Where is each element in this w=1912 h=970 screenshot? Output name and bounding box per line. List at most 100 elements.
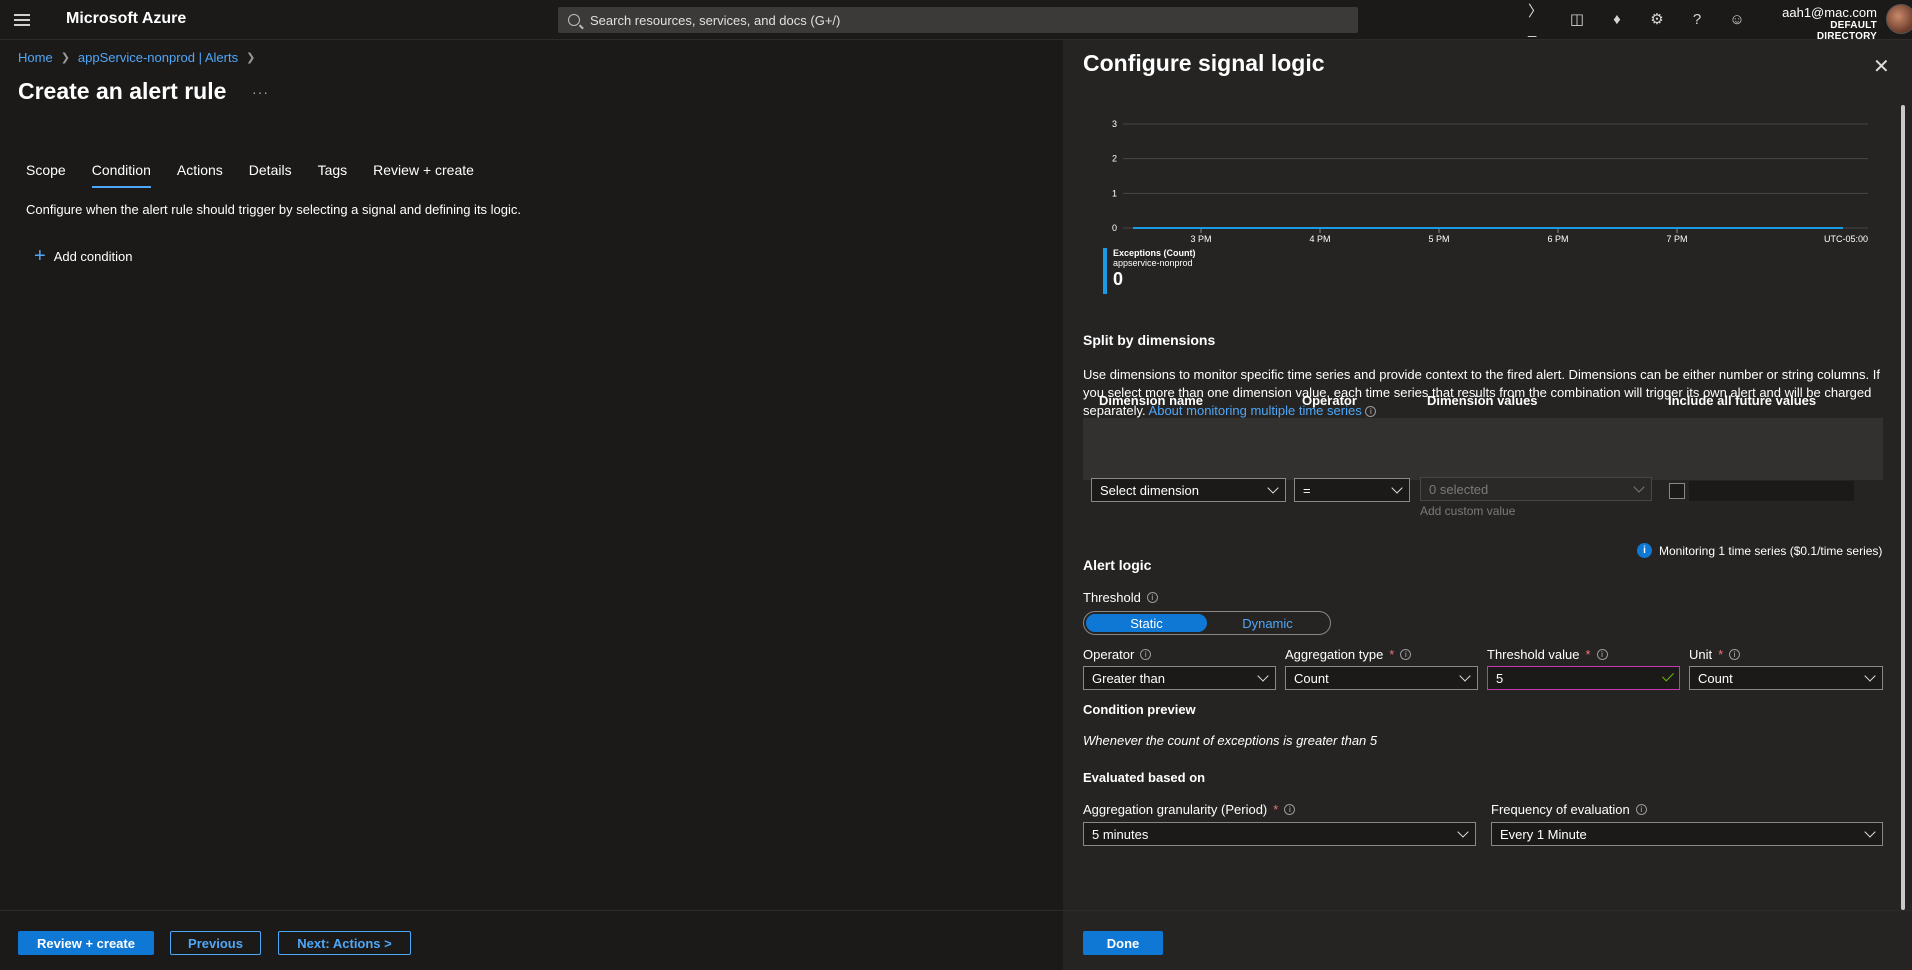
done-button[interactable]: Done xyxy=(1083,931,1163,955)
chart-legend[interactable]: Exceptions (Count) appservice-nonprod 0 xyxy=(1103,248,1196,294)
breadcrumb-alerts[interactable]: appService-nonprod | Alerts xyxy=(78,50,238,65)
granularity-select[interactable]: 5 minutes xyxy=(1083,822,1476,846)
avatar[interactable] xyxy=(1886,4,1912,34)
threshold-toggle[interactable]: Static Dynamic xyxy=(1083,611,1331,635)
metric-chart: 0 1 2 3 3 PM 4 PM 5 PM 6 PM 7 PM UTC-05:00 xyxy=(1083,108,1883,248)
notifications-icon[interactable]: ♦ xyxy=(1608,10,1626,28)
threshold-value-label: Threshold value * i xyxy=(1487,647,1608,662)
unit-label: Unit * i xyxy=(1689,647,1741,662)
chevron-down-icon xyxy=(1633,481,1645,493)
dimension-name-value: Select dimension xyxy=(1100,482,1199,498)
tab-scope[interactable]: Scope xyxy=(26,162,66,188)
chevron-right-icon: ❯ xyxy=(60,52,70,64)
condition-preview-heading: Condition preview xyxy=(1083,702,1196,717)
threshold-static-option[interactable]: Static xyxy=(1086,614,1207,632)
previous-button[interactable]: Previous xyxy=(170,931,261,955)
aggregation-value: Count xyxy=(1294,670,1329,686)
next-actions-button[interactable]: Next: Actions > xyxy=(278,931,411,955)
x-tick-label: 7 PM xyxy=(1666,234,1687,244)
threshold-value-text: 5 xyxy=(1496,670,1504,686)
chevron-down-icon xyxy=(1267,482,1279,494)
tab-bar: Scope Condition Actions Details Tags Rev… xyxy=(26,162,500,188)
threshold-label-text: Threshold xyxy=(1083,590,1141,605)
granularity-label-text: Aggregation granularity (Period) xyxy=(1083,802,1268,817)
condition-preview-text: Whenever the count of exceptions is grea… xyxy=(1083,733,1378,748)
search-input[interactable]: Search resources, services, and docs (G+… xyxy=(558,7,1358,33)
search-placeholder: Search resources, services, and docs (G+… xyxy=(590,12,841,28)
feedback-icon[interactable]: ☺ xyxy=(1728,10,1746,28)
aggregation-type-select[interactable]: Count xyxy=(1285,666,1478,690)
info-icon[interactable]: i xyxy=(1596,649,1608,660)
chevron-down-icon xyxy=(1257,670,1269,682)
threshold-dynamic-option[interactable]: Dynamic xyxy=(1207,614,1328,632)
tab-details[interactable]: Details xyxy=(249,162,292,188)
info-icon[interactable]: i xyxy=(1146,592,1158,603)
tab-actions[interactable]: Actions xyxy=(177,162,223,188)
x-tick-label: 6 PM xyxy=(1547,234,1568,244)
tab-condition[interactable]: Condition xyxy=(91,162,151,188)
threshold-label: Threshold i xyxy=(1083,590,1158,605)
info-icon[interactable]: i xyxy=(1635,804,1647,815)
info-icon[interactable]: i xyxy=(1284,804,1296,815)
threshold-value-input[interactable]: 5 xyxy=(1487,666,1680,690)
breadcrumb-home[interactable]: Home xyxy=(18,50,53,65)
info-icon[interactable]: i xyxy=(1365,406,1377,418)
chevron-down-icon xyxy=(1457,826,1469,838)
monitor-note-text: Monitoring 1 time series ($0.1/time seri… xyxy=(1659,543,1883,558)
frequency-label: Frequency of evaluation i xyxy=(1491,802,1647,817)
add-custom-value[interactable]: Add custom value xyxy=(1420,504,1515,518)
info-icon[interactable]: i xyxy=(1140,649,1152,660)
info-icon: i xyxy=(1637,543,1652,558)
tab-tags[interactable]: Tags xyxy=(318,162,348,188)
chevron-down-icon xyxy=(1391,482,1403,494)
dimension-operator-select[interactable]: = xyxy=(1294,478,1410,502)
unit-select[interactable]: Count xyxy=(1689,666,1883,690)
footer-right xyxy=(1063,910,1912,970)
help-icon[interactable]: ? xyxy=(1688,10,1706,28)
y-tick-label: 2 xyxy=(1112,154,1117,164)
more-options-icon[interactable]: ··· xyxy=(252,84,269,100)
account-menu[interactable]: aah1@mac.com DEFAULT DIRECTORY xyxy=(1775,5,1877,42)
y-tick-label: 0 xyxy=(1112,223,1117,233)
operator-label: Operator i xyxy=(1083,647,1152,662)
dimension-name-select[interactable]: Select dimension xyxy=(1091,478,1286,502)
brand-title[interactable]: Microsoft Azure xyxy=(66,10,186,28)
column-operator: Operator xyxy=(1302,393,1357,408)
operator-label-text: Operator xyxy=(1083,647,1135,662)
top-bar: Microsoft Azure Search resources, servic… xyxy=(0,0,1912,42)
y-tick-label: 1 xyxy=(1112,188,1117,198)
settings-icon[interactable]: ⚙ xyxy=(1648,10,1666,28)
plus-icon: + xyxy=(34,245,46,267)
panel-scrollbar[interactable] xyxy=(1901,105,1905,910)
chevron-right-icon: ❯ xyxy=(246,52,256,64)
info-icon[interactable]: i xyxy=(1400,649,1412,660)
close-icon[interactable]: ✕ xyxy=(1873,54,1890,79)
include-future-field xyxy=(1689,481,1854,501)
granularity-label: Aggregation granularity (Period) * i xyxy=(1083,802,1296,817)
x-tick-label: 4 PM xyxy=(1309,234,1330,244)
operator-select[interactable]: Greater than xyxy=(1083,666,1276,690)
panel-title: Configure signal logic xyxy=(1083,50,1325,76)
chart-svg: 0 1 2 3 3 PM 4 PM 5 PM 6 PM 7 PM UTC-05:00 xyxy=(1112,119,1868,244)
footer-left xyxy=(0,910,1063,970)
review-create-button[interactable]: Review + create xyxy=(18,931,154,955)
x-tick-label: 5 PM xyxy=(1428,234,1449,244)
frequency-label-text: Frequency of evaluation xyxy=(1491,802,1630,817)
directory-filter-icon[interactable]: ◫ xyxy=(1568,10,1586,28)
y-tick-label: 3 xyxy=(1112,119,1117,129)
include-future-checkbox[interactable] xyxy=(1669,483,1685,499)
monitor-note: i Monitoring 1 time series ($0.1/time se… xyxy=(1637,543,1882,558)
tab-review-create[interactable]: Review + create xyxy=(373,162,474,188)
dimension-values-select[interactable]: 0 selected xyxy=(1420,477,1652,501)
frequency-select[interactable]: Every 1 Minute xyxy=(1491,822,1883,846)
add-condition-label: Add condition xyxy=(53,248,133,264)
split-heading: Split by dimensions xyxy=(1083,332,1216,348)
condition-description: Configure when the alert rule should tri… xyxy=(26,202,522,217)
add-condition-button[interactable]: + Add condition xyxy=(34,245,133,267)
breadcrumb: Home ❯ appService-nonprod | Alerts ❯ xyxy=(18,50,255,65)
unit-label-text: Unit xyxy=(1689,647,1713,662)
info-icon[interactable]: i xyxy=(1729,649,1741,660)
menu-icon[interactable] xyxy=(14,12,30,28)
cloud-shell-icon[interactable]: 〉_ xyxy=(1528,3,1546,38)
threshold-value-label-text: Threshold value xyxy=(1487,647,1580,662)
